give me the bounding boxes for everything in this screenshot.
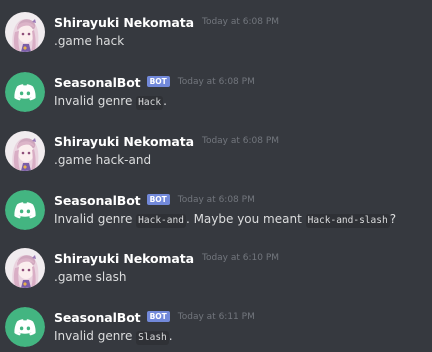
- content-text: Invalid genre: [54, 94, 137, 108]
- message-author[interactable]: SeasonalBot: [54, 310, 141, 325]
- user-avatar[interactable]: [5, 131, 45, 171]
- user-avatar[interactable]: [5, 12, 45, 52]
- message-content: .game hack: [54, 34, 125, 48]
- message-timestamp: Today at 6:08 PM: [201, 17, 280, 27]
- message-author[interactable]: Shirayuki Nekomata: [54, 251, 194, 266]
- content-text: .: [168, 329, 173, 343]
- message-user: Shirayuki Nekomata Today at 6:08 PM .gam…: [0, 131, 432, 175]
- content-text: .: [163, 94, 167, 108]
- message-content: .game hack-and: [54, 153, 152, 167]
- message-author[interactable]: SeasonalBot: [54, 193, 141, 208]
- message-timestamp: Today at 6:11 PM: [177, 312, 255, 322]
- message-author[interactable]: SeasonalBot: [54, 75, 141, 90]
- message-timestamp: Today at 6:08 PM: [177, 77, 255, 87]
- bot-tag-badge: BOT: [146, 193, 170, 205]
- message-author[interactable]: Shirayuki Nekomata: [54, 134, 194, 149]
- content-text: . Maybe you meant: [185, 212, 306, 226]
- content-text: Invalid genre: [54, 212, 137, 226]
- discord-logo-icon[interactable]: [5, 72, 45, 112]
- inline-code: Hack-and-slash: [305, 214, 390, 228]
- bot-tag-badge: BOT: [146, 75, 170, 87]
- message-bot: SeasonalBot BOT Today at 6:11 PM Invalid…: [0, 307, 432, 351]
- user-avatar[interactable]: [5, 248, 45, 288]
- inline-code: Hack-and: [136, 214, 186, 228]
- message-timestamp: Today at 6:08 PM: [177, 195, 255, 205]
- message-bot: SeasonalBot BOT Today at 6:08 PM Invalid…: [0, 190, 432, 234]
- message-content: .game slash: [54, 270, 127, 284]
- bot-tag-badge: BOT: [146, 310, 170, 322]
- message-user: Shirayuki Nekomata Today at 6:08 PM .gam…: [0, 12, 432, 56]
- inline-code: Slash: [136, 331, 169, 345]
- discord-logo-icon[interactable]: [5, 307, 45, 347]
- chat-messages: Shirayuki Nekomata Today at 6:08 PM .gam…: [0, 0, 432, 352]
- message-content: Invalid genre Hack.: [54, 92, 167, 110]
- content-text: ?: [389, 212, 397, 226]
- inline-code: Hack: [136, 96, 164, 110]
- message-timestamp: Today at 6:08 PM: [201, 136, 280, 146]
- discord-logo-icon[interactable]: [5, 190, 45, 230]
- message-timestamp: Today at 6:10 PM: [201, 253, 280, 263]
- message-user: Shirayuki Nekomata Today at 6:10 PM .gam…: [0, 248, 432, 292]
- message-author[interactable]: Shirayuki Nekomata: [54, 15, 194, 30]
- message-content: Invalid genre Slash.: [54, 327, 173, 345]
- message-content: Invalid genre Hack-and. Maybe you meant …: [54, 210, 396, 228]
- message-bot: SeasonalBot BOT Today at 6:08 PM Invalid…: [0, 72, 432, 116]
- content-text: Invalid genre: [54, 329, 137, 343]
